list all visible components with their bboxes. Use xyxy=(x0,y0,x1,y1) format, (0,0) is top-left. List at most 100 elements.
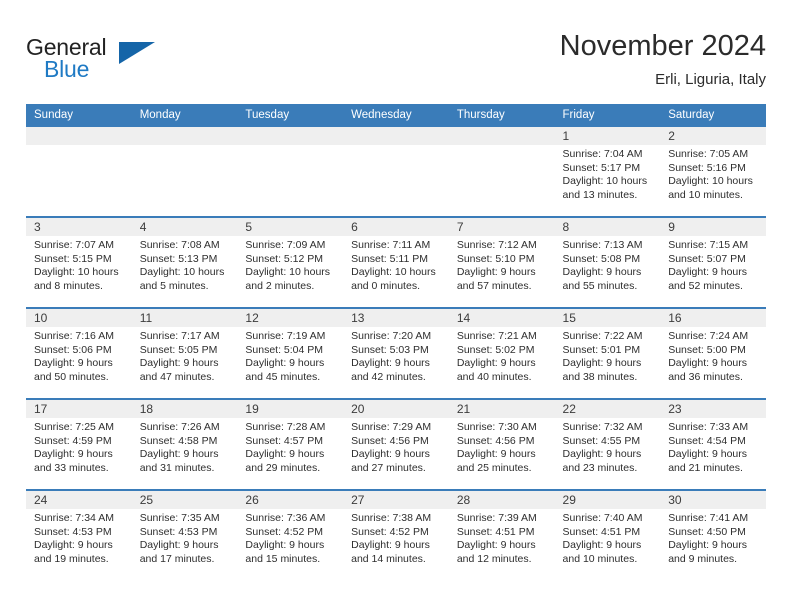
day-details: Sunrise: 7:19 AM Sunset: 5:04 PM Daylight:… xyxy=(237,327,343,384)
sunset-time: Sunset: 4:51 PM xyxy=(456,525,535,538)
sunset-time: Sunset: 5:13 PM xyxy=(139,252,218,265)
daylight-duration-line1: Daylight: 9 hours xyxy=(562,448,642,461)
calendar-cell-day[interactable]: 17 Sunrise: 7:25 AM Sunset: 4:59 PM Dayligh… xyxy=(26,398,132,490)
daylight-duration-line1: Daylight: 9 hours xyxy=(562,266,642,279)
sunset-time: Sunset: 5:11 PM xyxy=(351,252,428,265)
day-details: Sunrise: 7:35 AM Sunset: 4:53 PM Daylight:… xyxy=(132,509,238,566)
location-subtitle: Erli, Liguria, Italy xyxy=(655,71,766,88)
day-number: 27 xyxy=(343,491,449,509)
calendar-cell-day[interactable]: 8 Sunrise: 7:13 AM Sunset: 5:08 PM Daylight… xyxy=(554,216,661,308)
calendar-cell-day[interactable]: 25 Sunrise: 7:35 AM Sunset: 4:53 PM Dayligh… xyxy=(131,489,238,580)
day-number: 16 xyxy=(660,309,766,327)
sunrise-time: Sunrise: 7:29 AM xyxy=(351,421,432,433)
calendar-cell-day[interactable]: 30 Sunrise: 7:41 AM Sunset: 4:50 PM Dayligh… xyxy=(660,489,766,580)
daylight-duration-line2: and 17 minutes. xyxy=(139,552,215,565)
calendar-cell-day[interactable]: 27 Sunrise: 7:38 AM Sunset: 4:52 PM Dayligh… xyxy=(343,489,449,580)
calendar-cell-day[interactable]: 24 Sunrise: 7:34 AM Sunset: 4:53 PM Dayligh… xyxy=(26,489,132,580)
daylight-duration-line1: Daylight: 9 hours xyxy=(456,448,536,461)
calendar-cell-day[interactable]: 14 Sunrise: 7:21 AM Sunset: 5:02 PM Dayligh… xyxy=(448,307,555,399)
calendar-cell-day[interactable]: 2 Sunrise: 7:05 AM Sunset: 5:16 PM Daylight… xyxy=(660,127,766,217)
sunrise-time: Sunrise: 7:24 AM xyxy=(668,330,749,342)
calendar-cell-day[interactable]: 3 Sunrise: 7:07 AM Sunset: 5:15 PM Daylight… xyxy=(26,216,132,308)
sunset-time: Sunset: 4:52 PM xyxy=(245,525,324,538)
daylight-duration-line2: and 9 minutes. xyxy=(668,552,738,565)
day-number: 21 xyxy=(448,400,555,418)
calendar-cell-day[interactable]: 21 Sunrise: 7:30 AM Sunset: 4:56 PM Dayligh… xyxy=(448,398,555,490)
sunset-time: Sunset: 5:10 PM xyxy=(456,252,535,265)
sunrise-sunset-calendar: Sunday Monday Tuesday Wednesday Thursday… xyxy=(26,104,766,580)
day-details: Sunrise: 7:07 AM Sunset: 5:15 PM Daylight:… xyxy=(26,236,132,293)
day-cell: 26 Sunrise: 7:36 AM Sunset: 4:52 PM Dayligh… xyxy=(237,491,344,580)
calendar-cell-day[interactable]: 6 Sunrise: 7:11 AM Sunset: 5:11 PM Daylight… xyxy=(343,216,449,308)
calendar-cell-day[interactable]: 19 Sunrise: 7:28 AM Sunset: 4:57 PM Dayligh… xyxy=(237,398,344,490)
calendar-cell-day[interactable]: 5 Sunrise: 7:09 AM Sunset: 5:12 PM Daylight… xyxy=(237,216,344,308)
day-details: Sunrise: 7:29 AM Sunset: 4:56 PM Daylight:… xyxy=(343,418,449,475)
day-number: 9 xyxy=(660,218,766,236)
calendar-cell-day[interactable]: 15 Sunrise: 7:22 AM Sunset: 5:01 PM Dayligh… xyxy=(554,307,661,399)
sunrise-time: Sunrise: 7:41 AM xyxy=(668,512,749,524)
calendar-week-row: 17 Sunrise: 7:25 AM Sunset: 4:59 PM Dayligh… xyxy=(26,398,766,490)
day-cell: 13 Sunrise: 7:20 AM Sunset: 5:03 PM Dayligh… xyxy=(343,309,449,398)
calendar-cell-day[interactable]: 10 Sunrise: 7:16 AM Sunset: 5:06 PM Dayligh… xyxy=(26,307,132,399)
sunrise-time: Sunrise: 7:34 AM xyxy=(34,512,114,524)
daylight-duration-line1: Daylight: 9 hours xyxy=(139,357,219,370)
page-header: General Blue November 2024 Erli, Liguria… xyxy=(26,28,766,98)
daylight-duration-line2: and 29 minutes. xyxy=(245,461,321,474)
day-cell: 17 Sunrise: 7:25 AM Sunset: 4:59 PM Dayligh… xyxy=(26,400,132,489)
day-number: 7 xyxy=(448,218,555,236)
logo-text-blue: Blue xyxy=(44,56,90,82)
general-blue-logo[interactable]: General Blue xyxy=(26,34,206,88)
sunset-time: Sunset: 5:03 PM xyxy=(351,343,429,356)
sunset-time: Sunset: 4:54 PM xyxy=(668,434,746,447)
sunset-time: Sunset: 4:57 PM xyxy=(245,434,324,447)
daylight-duration-line2: and 13 minutes. xyxy=(562,188,638,201)
calendar-cell-day[interactable]: 7 Sunrise: 7:12 AM Sunset: 5:10 PM Daylight… xyxy=(448,216,555,308)
calendar-cell-day[interactable]: 22 Sunrise: 7:32 AM Sunset: 4:55 PM Dayligh… xyxy=(554,398,661,490)
calendar-cell-day[interactable]: 4 Sunrise: 7:08 AM Sunset: 5:13 PM Daylight… xyxy=(131,216,238,308)
sunrise-time: Sunrise: 7:15 AM xyxy=(668,239,749,251)
calendar-cell-day[interactable]: 13 Sunrise: 7:20 AM Sunset: 5:03 PM Dayligh… xyxy=(343,307,449,399)
sunset-time: Sunset: 5:00 PM xyxy=(668,343,746,356)
sunrise-time: Sunrise: 7:08 AM xyxy=(139,239,220,251)
day-details: Sunrise: 7:41 AM Sunset: 4:50 PM Daylight:… xyxy=(660,509,766,566)
day-details: Sunrise: 7:22 AM Sunset: 5:01 PM Daylight:… xyxy=(555,327,661,384)
daylight-duration-line1: Daylight: 10 hours xyxy=(34,266,119,279)
sunset-time: Sunset: 4:50 PM xyxy=(668,525,746,538)
day-number: 8 xyxy=(554,218,661,236)
daylight-duration-line2: and 2 minutes. xyxy=(245,279,315,292)
sunset-time: Sunset: 4:56 PM xyxy=(456,434,535,447)
calendar-cell-day[interactable]: 1 Sunrise: 7:04 AM Sunset: 5:17 PM Daylight… xyxy=(554,127,661,217)
day-number: 19 xyxy=(237,400,344,418)
calendar-cell-day[interactable]: 18 Sunrise: 7:26 AM Sunset: 4:58 PM Dayligh… xyxy=(131,398,238,490)
sunset-time: Sunset: 4:53 PM xyxy=(34,525,112,538)
weekday-header-friday: Friday xyxy=(554,104,661,127)
day-cell xyxy=(237,127,344,216)
calendar-cell-empty xyxy=(131,127,238,217)
day-cell xyxy=(131,127,238,216)
day-cell: 23 Sunrise: 7:33 AM Sunset: 4:54 PM Dayligh… xyxy=(660,400,766,489)
calendar-cell-day[interactable]: 9 Sunrise: 7:15 AM Sunset: 5:07 PM Daylight… xyxy=(660,216,766,308)
calendar-cell-day[interactable]: 29 Sunrise: 7:40 AM Sunset: 4:51 PM Dayligh… xyxy=(554,489,661,580)
day-number xyxy=(448,127,555,145)
calendar-week-row: 24 Sunrise: 7:34 AM Sunset: 4:53 PM Dayligh… xyxy=(26,489,766,580)
calendar-cell-empty xyxy=(448,127,555,217)
day-number: 18 xyxy=(131,400,238,418)
weekday-header-saturday: Saturday xyxy=(660,104,766,127)
calendar-cell-day[interactable]: 11 Sunrise: 7:17 AM Sunset: 5:05 PM Dayligh… xyxy=(131,307,238,399)
calendar-cell-day[interactable]: 12 Sunrise: 7:19 AM Sunset: 5:04 PM Dayligh… xyxy=(237,307,344,399)
calendar-cell-day[interactable]: 20 Sunrise: 7:29 AM Sunset: 4:56 PM Dayligh… xyxy=(343,398,449,490)
day-number: 15 xyxy=(554,309,661,327)
sunrise-time: Sunrise: 7:20 AM xyxy=(351,330,432,342)
calendar-cell-day[interactable]: 26 Sunrise: 7:36 AM Sunset: 4:52 PM Dayligh… xyxy=(237,489,344,580)
calendar-cell-day[interactable]: 23 Sunrise: 7:33 AM Sunset: 4:54 PM Dayligh… xyxy=(660,398,766,490)
calendar-cell-day[interactable]: 16 Sunrise: 7:24 AM Sunset: 5:00 PM Dayligh… xyxy=(660,307,766,399)
calendar-cell-day[interactable]: 28 Sunrise: 7:39 AM Sunset: 4:51 PM Dayligh… xyxy=(448,489,555,580)
daylight-duration-line1: Daylight: 10 hours xyxy=(668,175,753,188)
day-cell: 19 Sunrise: 7:28 AM Sunset: 4:57 PM Dayligh… xyxy=(237,400,344,489)
day-cell: 27 Sunrise: 7:38 AM Sunset: 4:52 PM Dayligh… xyxy=(343,491,449,580)
day-details: Sunrise: 7:12 AM Sunset: 5:10 PM Daylight:… xyxy=(449,236,555,293)
sunrise-time: Sunrise: 7:16 AM xyxy=(34,330,114,342)
daylight-duration-line1: Daylight: 9 hours xyxy=(34,357,113,370)
daylight-duration-line2: and 38 minutes. xyxy=(562,370,638,383)
daylight-duration-line2: and 40 minutes. xyxy=(456,370,532,383)
